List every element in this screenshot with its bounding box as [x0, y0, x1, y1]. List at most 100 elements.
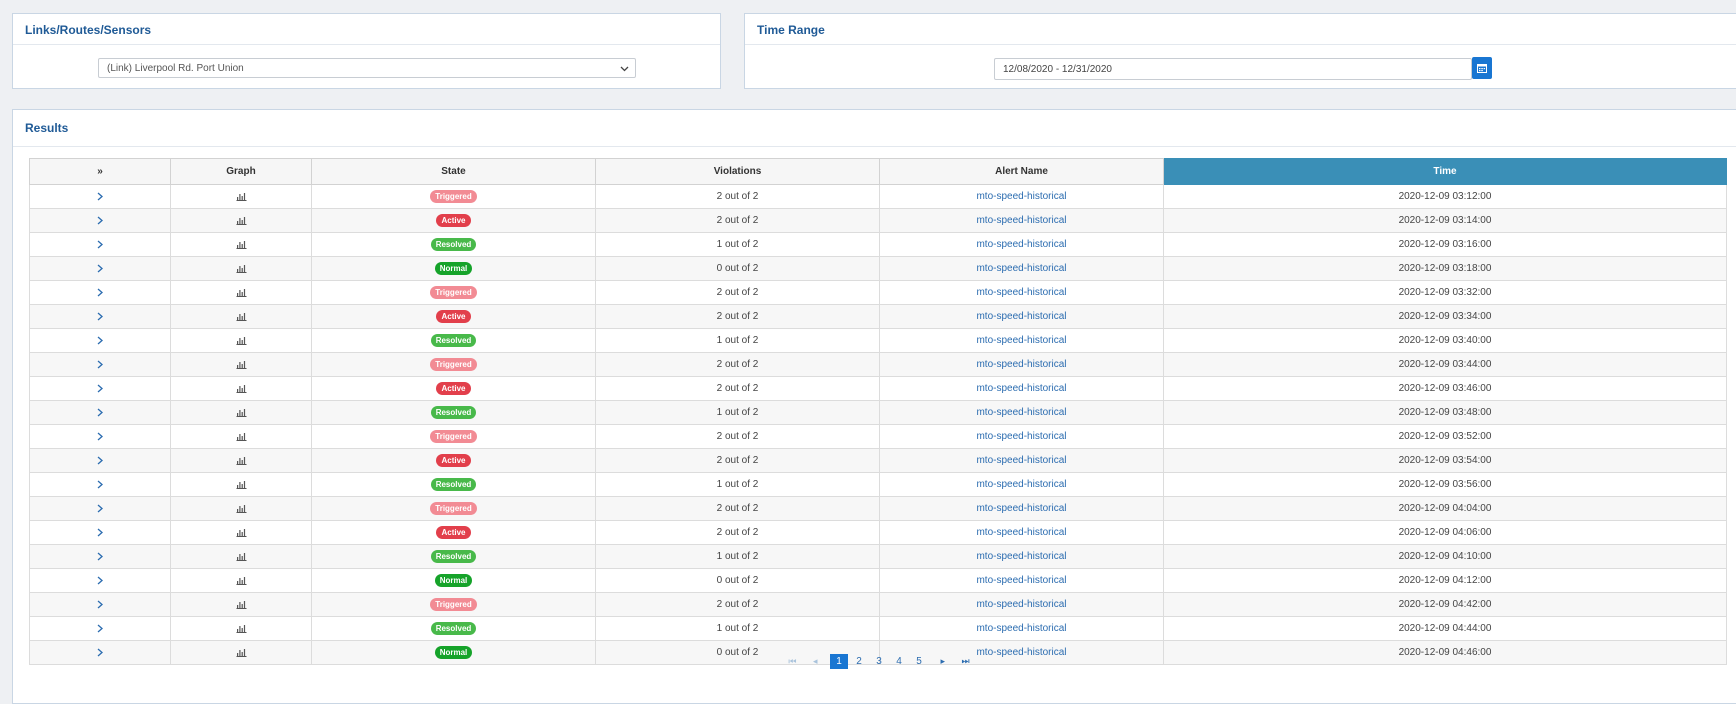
alert-name-link[interactable]: mto-speed-historical	[976, 527, 1066, 538]
bar-chart-icon[interactable]	[236, 504, 247, 513]
table-row[interactable]: Triggered 2 out of 2 mto-speed-historical 2…	[29, 496, 1727, 521]
expand-row-cell[interactable]	[29, 256, 171, 281]
chevron-right-icon[interactable]	[97, 240, 103, 249]
graph-header[interactable]: Graph	[170, 158, 312, 185]
table-row[interactable]: Resolved 1 out of 2 mto-speed-historical 20…	[29, 544, 1727, 569]
bar-chart-icon[interactable]	[236, 192, 247, 201]
page-2-button[interactable]: 2	[850, 654, 868, 669]
alert-name-link[interactable]: mto-speed-historical	[976, 407, 1066, 418]
bar-chart-icon[interactable]	[236, 312, 247, 321]
chevron-right-icon[interactable]	[97, 192, 103, 201]
bar-chart-icon[interactable]	[236, 456, 247, 465]
bar-chart-icon[interactable]	[236, 600, 247, 609]
state-header[interactable]: State	[311, 158, 596, 185]
expand-row-cell[interactable]	[29, 304, 171, 329]
table-row[interactable]: Active 2 out of 2 mto-speed-historical 2020…	[29, 208, 1727, 233]
expand-row-cell[interactable]	[29, 376, 171, 401]
chevron-right-icon[interactable]	[97, 360, 103, 369]
alert-name-link[interactable]: mto-speed-historical	[976, 623, 1066, 634]
expand-row-cell[interactable]	[29, 544, 171, 569]
expand-row-cell[interactable]	[29, 232, 171, 257]
bar-chart-icon[interactable]	[236, 264, 247, 273]
chevron-right-icon[interactable]	[97, 312, 103, 321]
graph-cell[interactable]	[170, 352, 312, 377]
chevron-right-icon[interactable]	[97, 504, 103, 513]
bar-chart-icon[interactable]	[236, 552, 247, 561]
expand-row-cell[interactable]	[29, 568, 171, 593]
expand-row-cell[interactable]	[29, 208, 171, 233]
alert-name-link[interactable]: mto-speed-historical	[976, 551, 1066, 562]
chevron-right-icon[interactable]	[97, 336, 103, 345]
next-page-icon[interactable]: ▸	[934, 654, 952, 669]
alert-name-link[interactable]: mto-speed-historical	[976, 359, 1066, 370]
graph-cell[interactable]	[170, 208, 312, 233]
chevron-right-icon[interactable]	[97, 480, 103, 489]
bar-chart-icon[interactable]	[236, 576, 247, 585]
prev-page-icon[interactable]: ◂	[806, 654, 824, 669]
alert-name-link[interactable]: mto-speed-historical	[976, 431, 1066, 442]
alert-name-link[interactable]: mto-speed-historical	[976, 383, 1066, 394]
table-row[interactable]: Active 2 out of 2 mto-speed-historical 2020…	[29, 304, 1727, 329]
alert-name-link[interactable]: mto-speed-historical	[976, 479, 1066, 490]
table-row[interactable]: Triggered 2 out of 2 mto-speed-historical 2…	[29, 352, 1727, 377]
table-row[interactable]: Resolved 1 out of 2 mto-speed-historical 20…	[29, 328, 1727, 353]
expand-row-cell[interactable]	[29, 496, 171, 521]
bar-chart-icon[interactable]	[236, 240, 247, 249]
first-page-icon[interactable]: ⏮	[783, 654, 801, 669]
graph-cell[interactable]	[170, 280, 312, 305]
bar-chart-icon[interactable]	[236, 336, 247, 345]
alert-name-link[interactable]: mto-speed-historical	[976, 215, 1066, 226]
chevron-right-icon[interactable]	[97, 600, 103, 609]
bar-chart-icon[interactable]	[236, 408, 247, 417]
expand-row-cell[interactable]	[29, 520, 171, 545]
calendar-button[interactable]	[1472, 57, 1492, 79]
table-row[interactable]: Triggered 2 out of 2 mto-speed-historical 2…	[29, 280, 1727, 305]
graph-cell[interactable]	[170, 376, 312, 401]
expand-row-cell[interactable]	[29, 280, 171, 305]
alert-name-link[interactable]: mto-speed-historical	[976, 287, 1066, 298]
chevron-right-icon[interactable]	[97, 384, 103, 393]
alert-name-link[interactable]: mto-speed-historical	[976, 263, 1066, 274]
table-row[interactable]: Resolved 1 out of 2 mto-speed-historical 20…	[29, 472, 1727, 497]
chevron-right-icon[interactable]	[97, 432, 103, 441]
violations-header[interactable]: Violations	[595, 158, 880, 185]
last-page-icon[interactable]: ⏭	[957, 654, 975, 669]
expand-all-header[interactable]: »	[29, 158, 171, 185]
table-row[interactable]: Resolved 1 out of 2 mto-speed-historical 20…	[29, 232, 1727, 257]
table-row[interactable]: Triggered 2 out of 2 mto-speed-historical 2…	[29, 424, 1727, 449]
chevron-right-icon[interactable]	[97, 552, 103, 561]
expand-row-cell[interactable]	[29, 472, 171, 497]
expand-row-cell[interactable]	[29, 424, 171, 449]
graph-cell[interactable]	[170, 592, 312, 617]
table-row[interactable]: Triggered 2 out of 2 mto-speed-historical 2…	[29, 184, 1727, 209]
table-row[interactable]: Resolved 1 out of 2 mto-speed-historical 20…	[29, 400, 1727, 425]
date-range-input[interactable]: 12/08/2020 - 12/31/2020	[994, 58, 1472, 80]
graph-cell[interactable]	[170, 520, 312, 545]
graph-cell[interactable]	[170, 400, 312, 425]
graph-cell[interactable]	[170, 328, 312, 353]
bar-chart-icon[interactable]	[236, 288, 247, 297]
alert-name-link[interactable]: mto-speed-historical	[976, 503, 1066, 514]
expand-row-cell[interactable]	[29, 592, 171, 617]
bar-chart-icon[interactable]	[236, 528, 247, 537]
chevron-right-icon[interactable]	[97, 288, 103, 297]
time-header[interactable]: Time	[1163, 158, 1727, 185]
graph-cell[interactable]	[170, 304, 312, 329]
chevron-right-icon[interactable]	[97, 264, 103, 273]
chevron-right-icon[interactable]	[97, 408, 103, 417]
table-row[interactable]: Triggered 2 out of 2 mto-speed-historical 2…	[29, 592, 1727, 617]
graph-cell[interactable]	[170, 496, 312, 521]
bar-chart-icon[interactable]	[236, 432, 247, 441]
table-row[interactable]: Active 2 out of 2 mto-speed-historical 2020…	[29, 520, 1727, 545]
expand-row-cell[interactable]	[29, 328, 171, 353]
graph-cell[interactable]	[170, 256, 312, 281]
graph-cell[interactable]	[170, 472, 312, 497]
graph-cell[interactable]	[170, 448, 312, 473]
bar-chart-icon[interactable]	[236, 360, 247, 369]
expand-row-cell[interactable]	[29, 448, 171, 473]
chevron-right-icon[interactable]	[97, 456, 103, 465]
graph-cell[interactable]	[170, 544, 312, 569]
graph-cell[interactable]	[170, 568, 312, 593]
table-row[interactable]: Resolved 1 out of 2 mto-speed-historical 20…	[29, 616, 1727, 641]
bar-chart-icon[interactable]	[236, 624, 247, 633]
